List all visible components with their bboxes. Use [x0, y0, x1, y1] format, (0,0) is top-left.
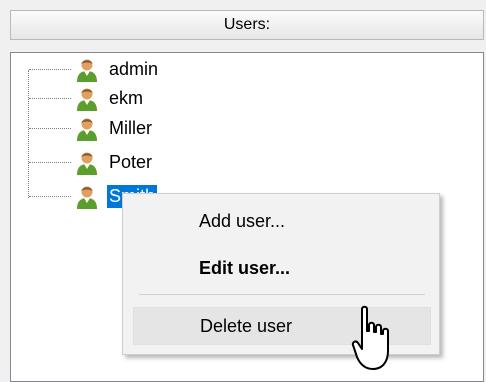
user-icon	[77, 186, 97, 209]
user-icon	[77, 118, 97, 141]
menu-item-add-user[interactable]: Add user...	[133, 202, 431, 240]
tree-node-miller[interactable]: Miller	[29, 115, 249, 143]
tree-node-label: admin	[109, 59, 159, 79]
menu-separator	[139, 294, 425, 295]
tree-node-ekm[interactable]: ekm	[29, 85, 249, 113]
tree-connector	[29, 196, 71, 197]
users-header-title: Users:	[223, 16, 271, 33]
user-icon	[77, 88, 97, 111]
tree-node-label: Miller	[109, 118, 152, 138]
tree-connector	[29, 128, 71, 129]
user-icon	[77, 59, 97, 82]
tree-connector	[29, 162, 71, 163]
tree-node-poter[interactable]: Poter	[29, 149, 249, 177]
tree-node-admin[interactable]: admin	[29, 56, 249, 84]
users-header: Users:	[10, 10, 484, 40]
mouse-pointer-icon	[351, 305, 389, 370]
user-icon	[77, 152, 97, 175]
tree-node-label: ekm	[109, 88, 144, 108]
tree-node-label: Poter	[109, 152, 153, 172]
tree-connector	[29, 98, 71, 99]
menu-item-edit-user[interactable]: Edit user...	[133, 249, 431, 287]
tree-connector	[29, 69, 71, 70]
